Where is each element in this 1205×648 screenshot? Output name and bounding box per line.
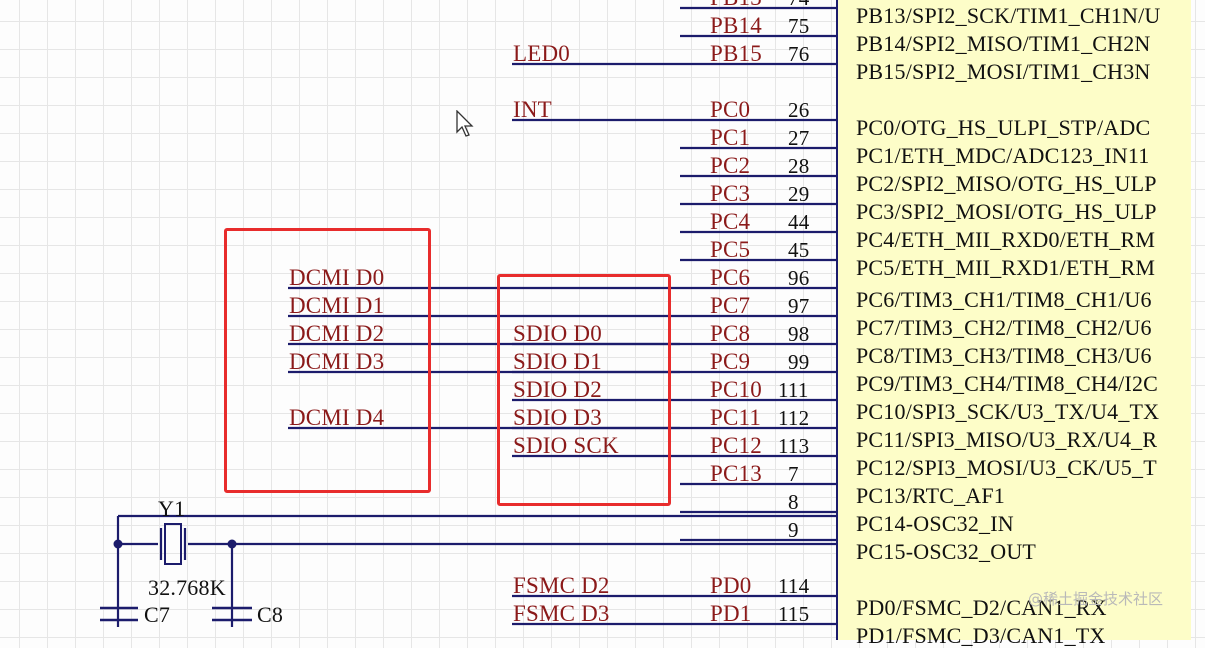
pin-name-PD0: PD0 — [710, 573, 752, 598]
pin-number-75: 75 — [788, 14, 810, 38]
net-label-FSMC_D3: FSMC D3 — [513, 601, 610, 626]
pin-name-PC13: PC13 — [710, 461, 762, 486]
pin-function-PD1: PD1/FSMC_D3/CAN1_TX — [856, 623, 1106, 648]
pin-name-PC12: PC12 — [710, 433, 762, 458]
pin-function-PC7: PC7/TIM3_CH2/TIM8_CH2/U6 — [856, 315, 1152, 340]
pin-function-PC13: PC13/RTC_AF1 — [856, 483, 1006, 508]
pin-function-PC8: PC8/TIM3_CH3/TIM8_CH3/U6 — [856, 343, 1152, 368]
pin-function-PC5: PC5/ETH_MII_RXD1/ETH_RM — [856, 255, 1156, 280]
pin-name-PC2: PC2 — [710, 153, 751, 178]
net-label-LED0: LED0 — [513, 41, 571, 66]
pin-name-PC5: PC5 — [710, 237, 751, 262]
pin-name-PC11: PC11 — [710, 405, 762, 430]
pin-number-44: 44 — [788, 210, 810, 234]
pin-name-PC0: PC0 — [710, 97, 751, 122]
pin-number-113: 113 — [778, 434, 810, 458]
pin-name-PC7: PC7 — [710, 293, 751, 318]
pin-name-PB14: PB14 — [710, 13, 762, 38]
cap-c8-ref: C8 — [257, 602, 284, 627]
crystal-ref: Y1 — [158, 496, 186, 521]
pin-name-PC6: PC6 — [710, 265, 751, 290]
pin-function-PC0: PC0/OTG_HS_ULPI_STP/ADC — [856, 115, 1151, 140]
xtal-body — [164, 523, 182, 565]
pin-number-26: 26 — [788, 98, 810, 122]
pin-function-PC6: PC6/TIM3_CH1/TIM8_CH1/U6 — [856, 287, 1152, 312]
pin-number-27: 27 — [788, 126, 810, 150]
pin-name-PC4: PC4 — [710, 209, 751, 234]
pin-function-PC9: PC9/TIM3_CH4/TIM8_CH4/I2C — [856, 371, 1159, 396]
pin-number-98: 98 — [788, 322, 810, 346]
pin-function-PC3: PC3/SPI2_MOSI/OTG_HS_ULP — [856, 199, 1157, 224]
pin-number-111: 111 — [778, 378, 809, 402]
pin-function-PC12: PC12/SPI3_MOSI/U3_CK/U5_T — [856, 455, 1157, 480]
pin-number-112: 112 — [778, 406, 810, 430]
pin-number-99: 99 — [788, 350, 810, 374]
pin-function-PC10: PC10/SPI3_SCK/U3_TX/U4_TX — [856, 399, 1160, 424]
junction-c8 — [227, 539, 237, 549]
junction-c7 — [113, 539, 123, 549]
pin-number-96: 96 — [788, 266, 810, 290]
pin-name-PB15: PB15 — [710, 41, 762, 66]
pin-number-76: 76 — [788, 42, 810, 66]
mouse-cursor-icon — [456, 110, 474, 137]
pin-number-97: 97 — [788, 294, 810, 318]
pin-name-PB13: PB13 — [710, 0, 762, 10]
pin-function-PB15: PB15/SPI2_MOSI/TIM1_CH3N — [856, 59, 1151, 84]
pin-name-PC8: PC8 — [710, 321, 751, 346]
pin-name-PC9: PC9 — [710, 349, 751, 374]
pin-number-74: 74 — [788, 0, 809, 10]
dcmi-highlight-box — [224, 228, 431, 493]
cap-c7-ref: C7 — [144, 602, 171, 627]
pin-function-PC11: PC11/SPI3_MISO/U3_RX/U4_R — [856, 427, 1158, 452]
net-label-FSMC_D2: FSMC D2 — [513, 573, 610, 598]
pin-name-PC10: PC10 — [710, 377, 762, 402]
pin-name-PC1: PC1 — [710, 125, 751, 150]
sdio-highlight-box — [497, 274, 671, 506]
pin-function-PC1: PC1/ETH_MDC/ADC123_IN11 — [856, 143, 1150, 168]
pin-function-PB13: PB13/SPI2_SCK/TIM1_CH1N/U — [856, 3, 1161, 28]
pin-number-115: 115 — [778, 602, 810, 626]
pin-function-PC2: PC2/SPI2_MISO/OTG_HS_ULP — [856, 171, 1157, 196]
watermark: @稀土掘金技术社区 — [1028, 590, 1164, 608]
pin-number-8: 8 — [788, 490, 799, 514]
pin-function-9: PC15-OSC32_OUT — [856, 539, 1037, 564]
pin-number-28: 28 — [788, 154, 810, 178]
pin-name-PD1: PD1 — [710, 601, 752, 626]
pin-number-29: 29 — [788, 182, 810, 206]
pin-function-PC4: PC4/ETH_MII_RXD0/ETH_RM — [856, 227, 1156, 252]
pin-number-9: 9 — [788, 518, 799, 542]
net-label-INT: INT — [513, 97, 552, 122]
pin-function-PB14: PB14/SPI2_MISO/TIM1_CH2N — [856, 31, 1151, 56]
pin-number-114: 114 — [778, 574, 810, 598]
crystal-value: 32.768K — [148, 575, 226, 600]
pin-name-PC3: PC3 — [710, 181, 751, 206]
pin-number-7: 7 — [788, 462, 799, 486]
pin-function-8: PC14-OSC32_IN — [856, 511, 1014, 536]
pin-number-45: 45 — [788, 238, 810, 262]
